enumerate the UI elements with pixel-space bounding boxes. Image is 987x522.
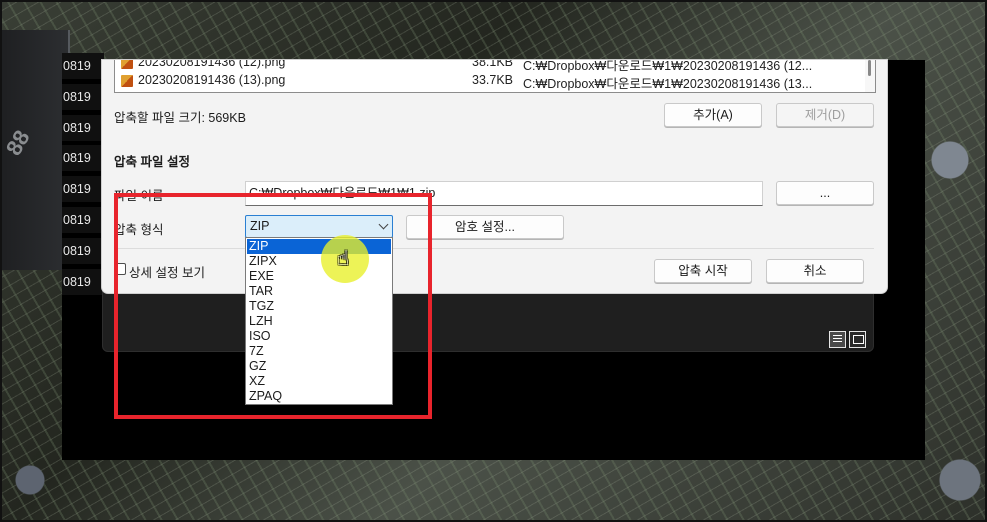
background-row-label: 0819 bbox=[62, 176, 104, 202]
file-name: 20230208191436 (13).png bbox=[138, 73, 286, 87]
start-compress-button[interactable]: 압축 시작 bbox=[654, 259, 752, 283]
chip-label: 88 bbox=[0, 125, 35, 160]
browse-button[interactable]: ... bbox=[776, 181, 874, 205]
file-size: 33.7KB bbox=[472, 73, 514, 87]
png-file-icon bbox=[121, 60, 133, 69]
file-path: C:₩Dropbox₩다운로드₩1₩20230208191436 (12... bbox=[523, 60, 813, 73]
annotation-highlight-box bbox=[114, 193, 432, 419]
file-size: 38.1KB bbox=[472, 60, 514, 69]
section-title: 압축 파일 설정 bbox=[114, 155, 190, 169]
file-row[interactable]: 20230208191436 (13).png 33.7KB C:₩Dropbo… bbox=[115, 73, 865, 91]
file-row[interactable]: 20230208191436 (12).png 38.1KB C:₩Dropbo… bbox=[115, 60, 865, 73]
background-row-label: 0819 bbox=[62, 84, 104, 110]
file-name: 20230208191436 (12).png bbox=[138, 60, 286, 69]
remove-button[interactable]: 제거(D) bbox=[776, 103, 874, 127]
background-row-label: 0819 bbox=[62, 145, 104, 171]
png-file-icon bbox=[121, 75, 133, 87]
hand-pointer-icon: ☝ bbox=[337, 248, 350, 270]
background-chip: 88 bbox=[0, 30, 70, 270]
background-row-label: 0819 bbox=[62, 53, 104, 79]
file-list[interactable]: 20230208191436 (12).png 38.1KB C:₩Dropbo… bbox=[114, 60, 876, 93]
list-view-icon[interactable] bbox=[829, 331, 846, 348]
compress-size-label: 압축할 파일 크기: 569KB bbox=[114, 111, 246, 125]
thumbnail-view-icon[interactable] bbox=[849, 331, 866, 348]
background-row-label: 0819 bbox=[62, 115, 104, 141]
add-button[interactable]: 추가(A) bbox=[664, 103, 762, 127]
file-path: C:₩Dropbox₩다운로드₩1₩20230208191436 (13... bbox=[523, 77, 813, 91]
file-list-scrollbar[interactable] bbox=[865, 60, 875, 92]
cancel-button[interactable]: 취소 bbox=[766, 259, 864, 283]
background-row-label: 0819 bbox=[62, 269, 104, 295]
background-row-label: 0819 bbox=[62, 238, 104, 264]
scrollbar-thumb[interactable] bbox=[868, 60, 871, 76]
background-row-label: 0819 bbox=[62, 207, 104, 233]
